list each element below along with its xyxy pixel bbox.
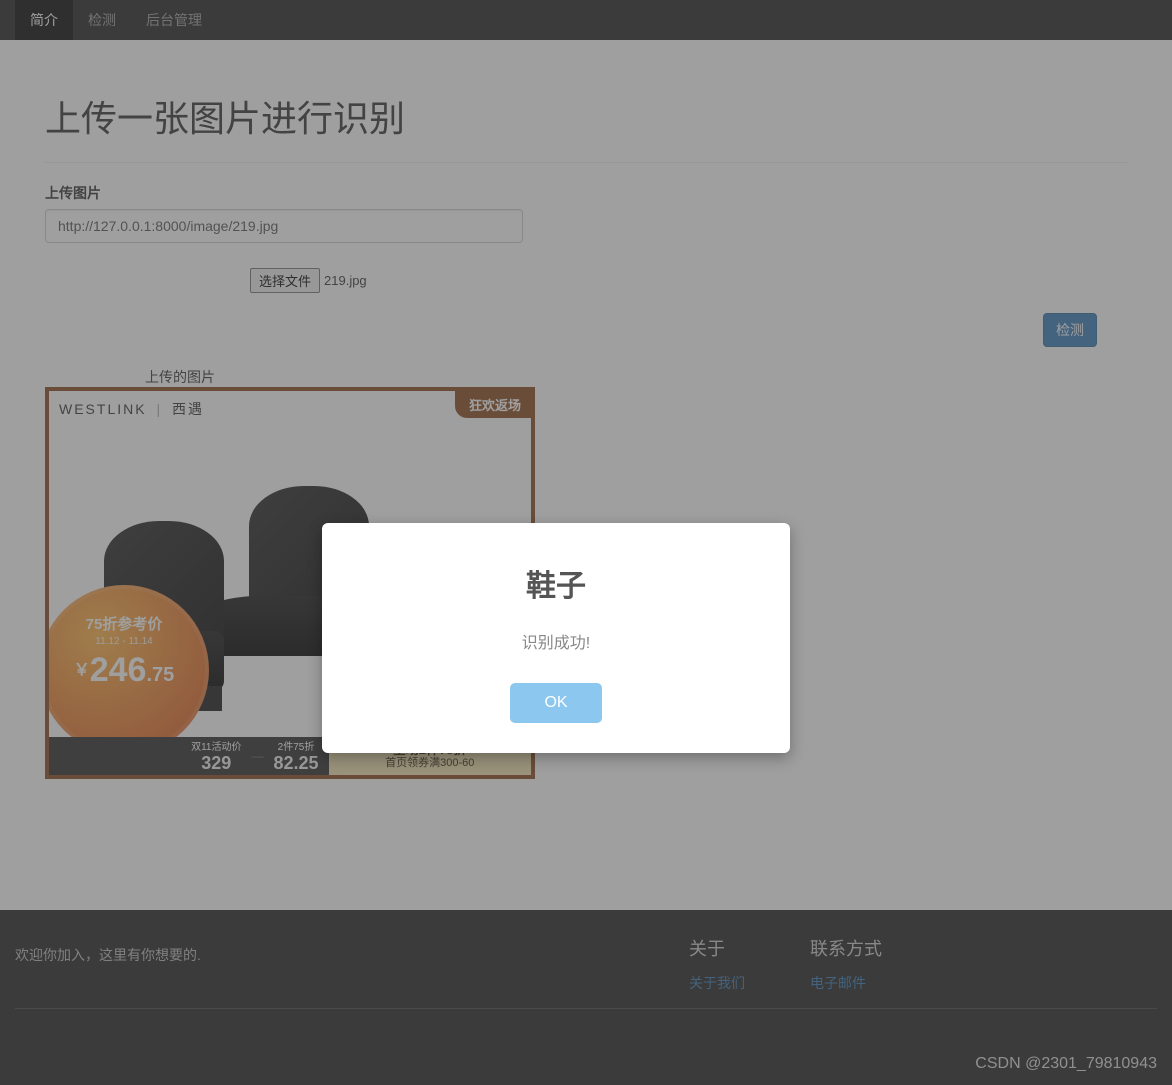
result-modal: 鞋子 识别成功! OK: [322, 523, 790, 753]
modal-message: 识别成功!: [342, 629, 770, 653]
modal-title: 鞋子: [342, 561, 770, 605]
modal-ok-button[interactable]: OK: [510, 683, 601, 723]
